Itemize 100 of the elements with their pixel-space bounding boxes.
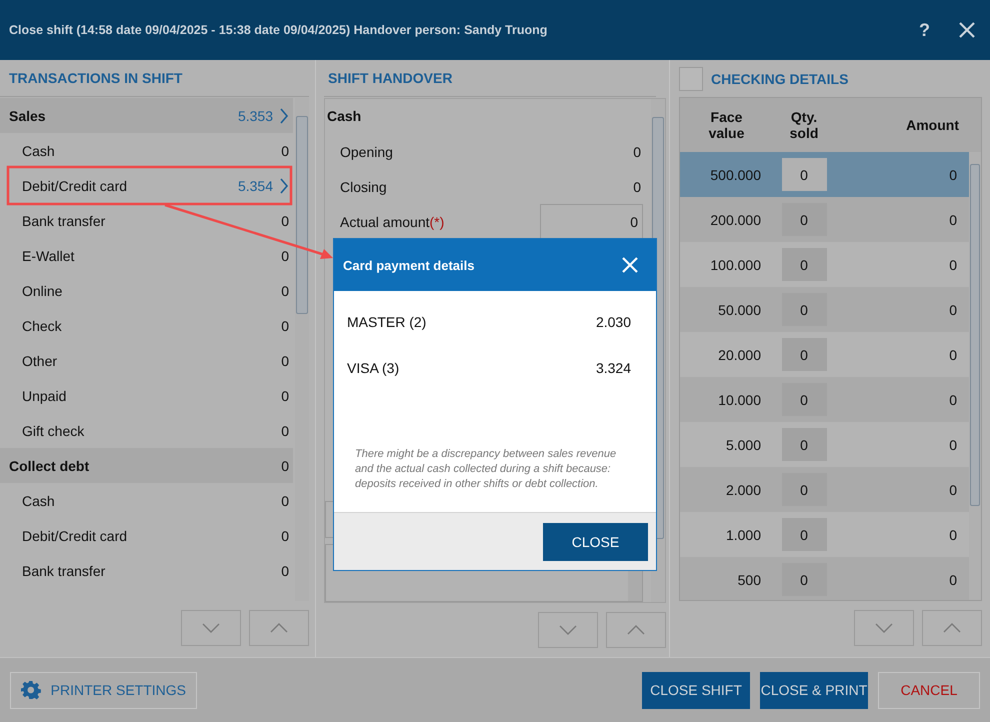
field-label: Actual amount(*) [340, 214, 444, 230]
section-title: TRANSACTIONS IN SHIFT [0, 60, 309, 97]
face-value: 50.000 [717, 302, 761, 318]
amount: 0 [948, 346, 958, 362]
quantity-input[interactable]: 0 [782, 428, 826, 461]
field-label: Opening [340, 144, 393, 160]
group-row[interactable]: Sales 5.353 [0, 98, 293, 133]
payment-row[interactable]: Unpaid 0 [0, 378, 293, 413]
face-value: 20.000 [717, 346, 761, 362]
table-row[interactable]: 500 0 0 [680, 557, 969, 600]
card-type: MASTER (2) [347, 314, 426, 330]
payment-label: Debit/Credit card [22, 178, 128, 194]
amount: 0 [948, 572, 958, 588]
amount: 0 [281, 562, 289, 578]
table-row[interactable]: 10.000 0 0 [680, 377, 969, 422]
payment-row[interactable]: E-Wallet 0 [0, 238, 293, 273]
table-row[interactable]: 2.000 0 0 [680, 467, 969, 512]
column-header: Qty. sold [788, 109, 820, 141]
amount: 2.030 [596, 314, 631, 330]
face-value: 5.000 [724, 436, 761, 452]
payment-row[interactable]: Debit/Credit card 5.354 [0, 168, 293, 203]
amount: 0 [948, 392, 958, 408]
payment-label: Other [22, 352, 58, 368]
payment-label: Bank transfer [22, 562, 106, 578]
amount: 0 [948, 526, 958, 542]
face-value: 200.000 [709, 212, 761, 228]
help-button[interactable]: ? [911, 20, 938, 40]
amount: 0 [633, 178, 642, 194]
table-row[interactable]: 50.000 0 0 [680, 287, 969, 332]
payment-label: Online [22, 282, 64, 298]
amount: 0 [948, 302, 958, 318]
dialog-title: Card payment details [343, 258, 474, 272]
group-row[interactable]: Collect debt 0 [0, 448, 293, 483]
payment-row[interactable]: Check 0 [0, 308, 293, 343]
payment-label: Bank transfer [22, 212, 106, 228]
amount: 0 [281, 458, 289, 474]
action-button[interactable]: CLOSE & PRINT [760, 672, 868, 708]
window-title: Close shift (14:58 date 09/04/2025 - 15:38 date 09/04/2025) Handover person: Sandy Truong [9, 23, 548, 37]
amount: 0 [948, 482, 958, 498]
amount: 0 [281, 422, 289, 438]
amount: 0 [281, 388, 289, 404]
table-row[interactable]: 500.000 0 0 [680, 152, 969, 197]
cash-heading: Cash [326, 107, 362, 126]
quantity-input[interactable]: 0 [782, 158, 826, 191]
quantity-input[interactable]: 0 [782, 473, 826, 506]
table-row[interactable]: 200.000 0 0 [680, 197, 969, 242]
amount: 0 [948, 436, 958, 452]
amount: 0 [948, 166, 958, 182]
amount: 0 [948, 256, 958, 272]
column-header: Face value [708, 109, 746, 141]
face-value: 100.000 [709, 256, 761, 272]
payment-label: Check [22, 318, 63, 334]
quantity-input[interactable]: 0 [782, 248, 826, 281]
group-label: Collect debt [9, 458, 90, 474]
amount: 0 [281, 352, 289, 368]
amount: 3.324 [596, 360, 631, 376]
payment-row[interactable]: Bank transfer 0 [0, 553, 293, 588]
amount: 0 [281, 282, 289, 298]
payment-row[interactable]: Cash 0 [0, 133, 293, 168]
payment-label: Cash [22, 492, 56, 508]
quantity-input[interactable]: 0 [782, 518, 826, 551]
quantity-input[interactable]: 0 [782, 203, 826, 236]
payment-row[interactable]: Other 0 [0, 343, 293, 378]
close-button[interactable]: CLOSE [543, 522, 648, 560]
amount: 0 [281, 318, 289, 334]
quantity-input[interactable]: 0 [782, 383, 826, 416]
payment-row[interactable]: Debit/Credit card 0 [0, 518, 293, 553]
payment-label: Cash [22, 142, 56, 158]
quantity-input[interactable]: 0 [782, 338, 826, 371]
payment-row[interactable]: Cash 0 [0, 483, 293, 518]
section-title: CHECKING DETAILS [711, 70, 848, 86]
payment-row[interactable]: Online 0 [0, 273, 293, 308]
column-header: Amount [905, 117, 960, 133]
payment-label: Gift check [22, 422, 86, 438]
quantity-input[interactable]: 0 [782, 563, 826, 596]
face-value: 500.000 [709, 166, 761, 182]
amount: 5.353 [238, 108, 273, 124]
section-title: SHIFT HANDOVER [324, 60, 656, 97]
amount: 5.354 [238, 178, 273, 194]
amount-input[interactable]: 0 [540, 204, 643, 239]
payment-label: Unpaid [22, 388, 68, 404]
face-value: 500 [736, 572, 761, 588]
amount: 0 [633, 144, 642, 160]
group-label: Sales [9, 108, 47, 124]
face-value: 1.000 [724, 526, 761, 542]
face-value: 2.000 [724, 482, 761, 498]
amount: 0 [281, 142, 289, 158]
note-text: There might be a discrepancy between sales revenue and the actual cash collected during a shift because: deposits received in other shifts or debt collection. [354, 447, 618, 492]
amount: 0 [281, 492, 289, 508]
payment-label: Debit/Credit card [22, 528, 128, 544]
amount: 0 [281, 212, 289, 228]
action-button[interactable]: CLOSE SHIFT [642, 672, 750, 708]
card-type: VISA (3) [347, 360, 400, 376]
amount: 0 [281, 248, 289, 264]
payment-row[interactable]: Gift check 0 [0, 413, 293, 448]
payment-label: E-Wallet [22, 248, 76, 264]
quantity-input[interactable]: 0 [782, 293, 826, 326]
payment-row[interactable]: Bank transfer 0 [0, 203, 293, 238]
amount: 0 [948, 212, 958, 228]
face-value: 10.000 [717, 392, 761, 408]
